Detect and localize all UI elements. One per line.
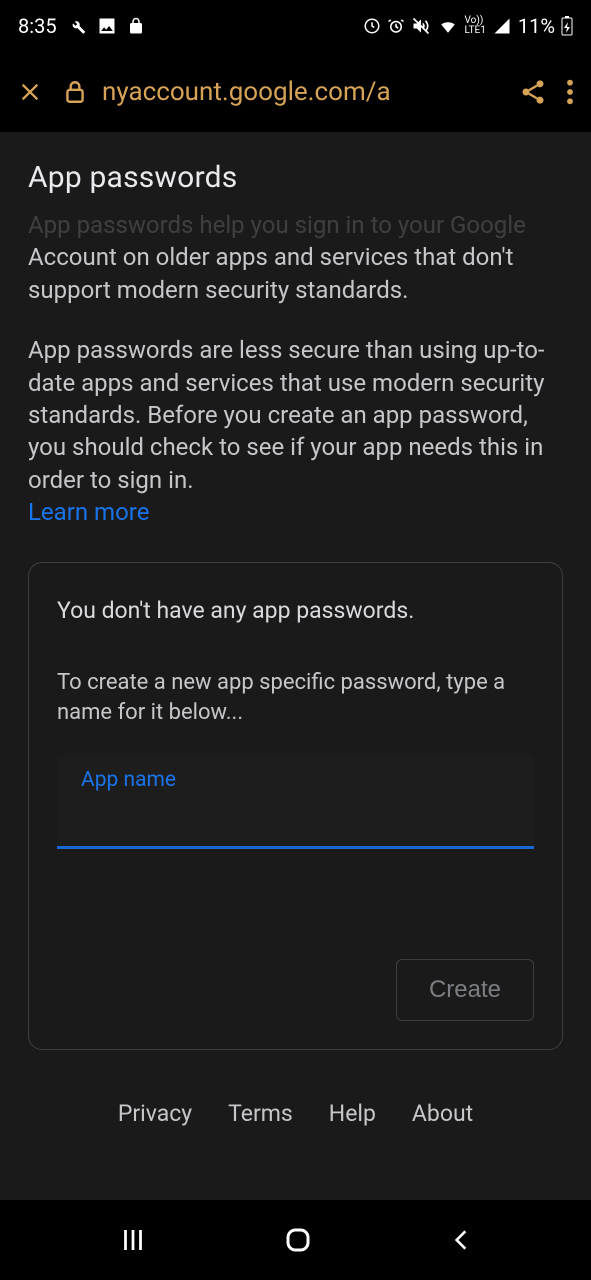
share-icon[interactable] [519, 78, 547, 106]
create-instruction: To create a new app specific password, t… [57, 668, 534, 727]
android-nav-bar [0, 1200, 591, 1280]
footer-links: Privacy Terms Help About [28, 1100, 563, 1127]
description-part1: Account on older apps and services that … [28, 241, 563, 306]
description-faded: App passwords help you sign in to your G… [28, 209, 563, 241]
browser-toolbar: nyaccount.google.com/a [0, 52, 591, 132]
back-button[interactable] [448, 1225, 474, 1255]
app-name-label: App name [81, 768, 176, 792]
recents-button[interactable] [118, 1225, 148, 1255]
more-menu-icon[interactable] [565, 78, 575, 106]
data-saver-icon [363, 17, 381, 35]
signal-icon [492, 17, 512, 35]
lock-small-icon [127, 17, 145, 35]
status-bar: 8:35 Vo))LTE1 11% [0, 0, 591, 52]
page-title: App passwords [28, 160, 563, 195]
address-bar[interactable]: nyaccount.google.com/a [62, 77, 501, 107]
image-icon [97, 16, 117, 36]
close-icon[interactable] [16, 78, 44, 106]
app-name-field-wrap[interactable]: App name [57, 756, 534, 849]
learn-more-link[interactable]: Learn more [28, 498, 563, 526]
mute-icon [411, 16, 431, 36]
wifi-icon [437, 17, 459, 35]
wrench-icon [67, 16, 87, 36]
page-content: App passwords App passwords help you sig… [0, 132, 591, 1200]
footer-privacy-link[interactable]: Privacy [118, 1100, 192, 1127]
app-password-card: You don't have any app passwords. To cre… [28, 562, 563, 1049]
lock-icon [62, 79, 88, 105]
footer-terms-link[interactable]: Terms [228, 1100, 293, 1127]
battery-charging-icon [561, 16, 573, 36]
alarm-icon [387, 17, 405, 35]
create-button[interactable]: Create [396, 959, 534, 1021]
url-text: nyaccount.google.com/a [102, 77, 391, 107]
footer-help-link[interactable]: Help [329, 1100, 376, 1127]
status-time: 8:35 [18, 14, 57, 38]
battery-percent: 11% [518, 14, 555, 38]
home-button[interactable] [283, 1225, 313, 1255]
empty-state-message: You don't have any app passwords. [57, 597, 534, 624]
footer-about-link[interactable]: About [412, 1100, 473, 1127]
description-part2: App passwords are less secure than using… [28, 334, 563, 496]
volte-indicator: Vo))LTE1 [465, 16, 486, 36]
